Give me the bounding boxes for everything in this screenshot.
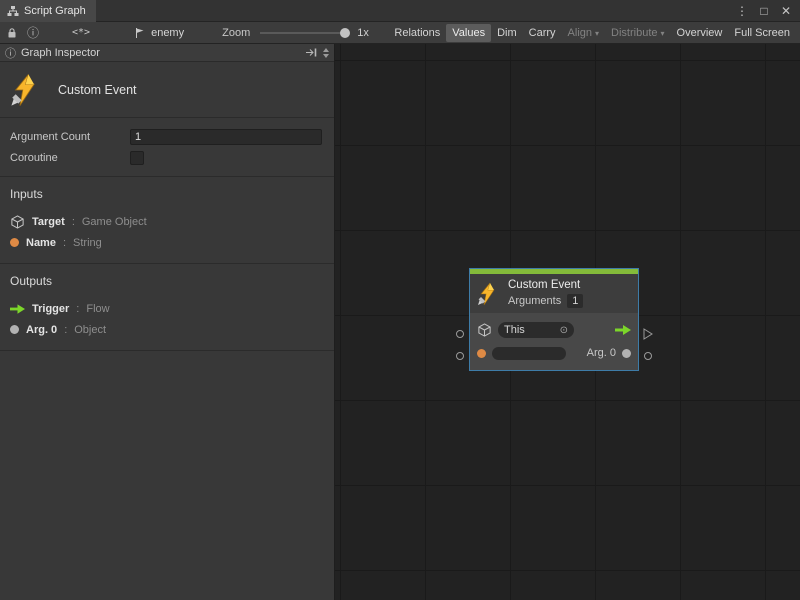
graph-toolbar: ⓘ <*> enemy Zoom 1x Relations Values Dim… — [0, 22, 800, 44]
custom-event-icon — [10, 73, 44, 107]
node-row-arg0: Arg. 0 — [477, 343, 631, 363]
overview-button[interactable]: Overview — [671, 24, 729, 42]
node-title: Custom Event — [508, 279, 583, 291]
window-close-icon[interactable]: ✕ — [780, 4, 792, 18]
arg0-port-dot[interactable] — [622, 349, 631, 358]
window-maximize-icon[interactable]: □ — [758, 4, 770, 18]
coroutine-checkbox[interactable] — [130, 151, 144, 165]
node-body: This ⊙ Arg. 0 — [470, 313, 638, 370]
window-menu-icon[interactable]: ⋮ — [736, 4, 748, 18]
coroutine-row: Coroutine — [10, 147, 322, 168]
chevron-down-icon: ▾ — [661, 29, 665, 38]
window-titlebar: Script Graph ⋮ □ ✕ — [0, 0, 800, 22]
inputs-heading: Inputs — [10, 187, 324, 201]
tab-script-graph[interactable]: Script Graph — [0, 0, 96, 22]
port-item-name: Name : String — [10, 232, 324, 253]
outputs-section: Outputs Trigger : Flow Arg. 0 : Object — [0, 264, 334, 351]
argument-count-input[interactable] — [130, 129, 322, 145]
custom-event-node[interactable]: Custom Event Arguments 1 This ⊙ — [469, 268, 639, 371]
node-arguments-value[interactable]: 1 — [567, 294, 583, 308]
port-item-arg0: Arg. 0 : Object — [10, 319, 324, 340]
node-header[interactable]: Custom Event Arguments 1 — [470, 274, 638, 313]
zoom-slider[interactable] — [260, 28, 348, 38]
custom-event-icon — [477, 282, 501, 306]
unit-fields: Argument Count Coroutine — [0, 118, 334, 177]
chevron-down-icon: ▾ — [595, 29, 599, 38]
unit-title: Custom Event — [58, 83, 137, 97]
object-port-icon — [10, 325, 19, 334]
cube-icon — [10, 214, 25, 230]
node-arguments-label: Arguments — [508, 295, 561, 307]
trigger-output-port[interactable] — [643, 328, 653, 340]
window-controls: ⋮ □ ✕ — [736, 4, 800, 18]
script-graph-icon — [7, 5, 19, 17]
distribute-dropdown[interactable]: Distribute▾ — [605, 24, 670, 42]
zoom-value: 1x — [357, 27, 369, 39]
flow-arrow-icon — [10, 304, 25, 314]
object-picker-icon[interactable]: ⊙ — [560, 325, 568, 336]
scroll-spinner[interactable] — [323, 48, 329, 58]
info-icon[interactable]: ⓘ — [27, 24, 39, 41]
fullscreen-button[interactable]: Full Screen — [728, 24, 796, 42]
port-item-trigger: Trigger : Flow — [10, 298, 324, 319]
event-flag-icon — [134, 27, 146, 39]
lock-icon[interactable] — [6, 27, 18, 39]
trigger-flow-icon — [615, 325, 631, 335]
toolbar-buttons: Relations Values Dim Carry Align▾ Distri… — [388, 24, 796, 42]
dock-icon[interactable] — [305, 47, 317, 58]
arg0-label: Arg. 0 — [587, 347, 616, 359]
inspector-title: Graph Inspector — [21, 47, 100, 59]
node-row-target: This ⊙ — [477, 320, 631, 340]
arg0-output-port[interactable] — [644, 352, 652, 360]
argument-count-label: Argument Count — [10, 131, 130, 143]
coroutine-label: Coroutine — [10, 152, 130, 164]
graph-inspector-header: ⓘ Graph Inspector — [0, 44, 334, 62]
string-port-icon — [10, 238, 19, 247]
inputs-section: Inputs Target : Game Object Name : Strin… — [0, 177, 334, 264]
zoom-slider-knob[interactable] — [340, 28, 350, 38]
target-value: This — [504, 324, 525, 336]
graph-inspector-panel: ⓘ Graph Inspector Custom Event Argument … — [0, 44, 335, 600]
graph-canvas[interactable]: Custom Event Arguments 1 This ⊙ — [335, 44, 800, 600]
code-icon[interactable]: <*> — [72, 27, 90, 38]
carry-button[interactable]: Carry — [523, 24, 562, 42]
zoom-slider-track — [260, 32, 348, 34]
align-dropdown[interactable]: Align▾ — [562, 24, 605, 42]
tab-title: Script Graph — [24, 5, 86, 17]
outputs-heading: Outputs — [10, 274, 324, 288]
info-icon: ⓘ — [5, 45, 16, 61]
unit-header: Custom Event — [0, 62, 334, 118]
relations-button[interactable]: Relations — [388, 24, 446, 42]
dim-button[interactable]: Dim — [491, 24, 523, 42]
cube-icon — [477, 322, 492, 338]
port-item-target: Target : Game Object — [10, 211, 324, 232]
target-dropdown[interactable]: This ⊙ — [498, 322, 574, 338]
argument-count-row: Argument Count — [10, 126, 322, 147]
values-button[interactable]: Values — [446, 24, 491, 42]
name-port-dot[interactable] — [477, 349, 486, 358]
zoom-label: Zoom — [222, 27, 250, 39]
target-input-port[interactable] — [456, 330, 464, 338]
name-input-port[interactable] — [456, 352, 464, 360]
name-input[interactable] — [492, 347, 566, 360]
graph-name: enemy — [151, 27, 184, 39]
